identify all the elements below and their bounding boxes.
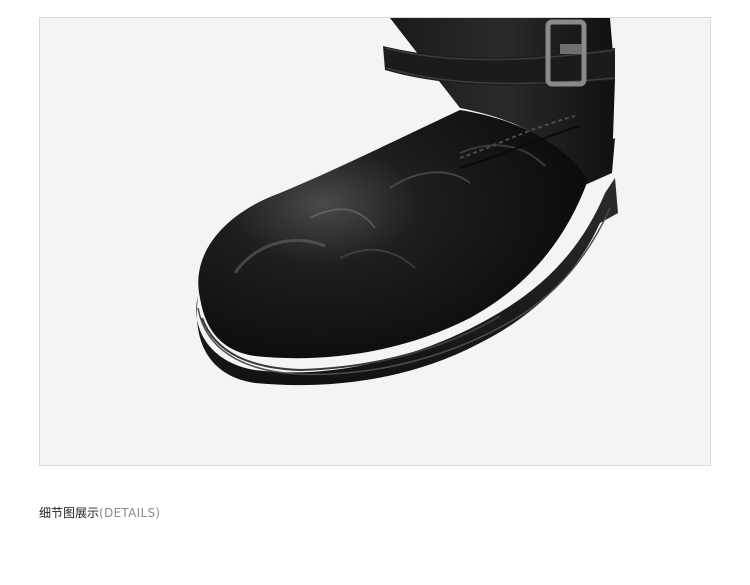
detail-caption: 细节图展示(DETAILS) (39, 503, 160, 521)
boot-toe (198, 110, 588, 359)
product-detail-photo (39, 17, 711, 466)
caption-title: 细节图展示 (39, 506, 100, 520)
caption-subtitle: (DETAILS) (99, 506, 161, 520)
boot-illustration (196, 18, 619, 386)
